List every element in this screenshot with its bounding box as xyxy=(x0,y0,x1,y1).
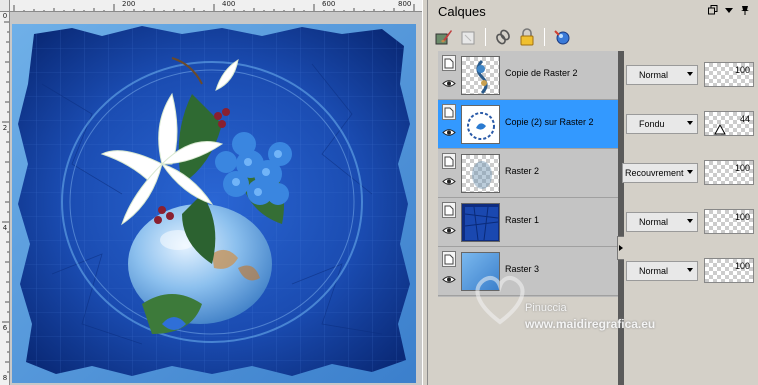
opacity-value: 100 xyxy=(734,261,750,271)
chevron-down-icon xyxy=(687,121,693,125)
chevron-down-icon xyxy=(687,72,693,76)
layer-name: Copie (2) sur Raster 2 xyxy=(505,117,594,127)
ruler-vertical: 0 2 4 6 8 xyxy=(0,12,10,385)
ruler-label-2: 2 xyxy=(2,124,8,132)
eye-icon[interactable] xyxy=(442,173,456,191)
artwork-illustration xyxy=(12,24,416,383)
toolbar-separator xyxy=(485,28,486,46)
opacity-slider[interactable]: 100 xyxy=(704,160,754,185)
blend-mode-value: Normal xyxy=(639,217,669,227)
app-root: 200 400 600 800 0 2 4 6 8 Calques Copie … xyxy=(0,0,758,385)
effects-sphere-icon[interactable] xyxy=(552,27,572,47)
opacity-slider[interactable]: 100 xyxy=(704,209,754,234)
chevron-down-icon xyxy=(687,170,693,174)
restore-icon[interactable] xyxy=(708,5,718,18)
layer-list: Copie de Raster 2 Copie (2) sur Raster 2 xyxy=(438,51,618,297)
watermark-name: Pinuccia xyxy=(525,302,567,314)
layer-properties: Normal 100 Fondu 44 Recouvrement 100 Nor… xyxy=(622,51,758,385)
layer-mask-toggle[interactable] xyxy=(442,153,456,169)
layer-toggles xyxy=(440,153,458,193)
ruler-label-6: 6 xyxy=(2,324,8,332)
chevron-down-icon xyxy=(687,268,693,272)
layer-row[interactable]: Raster 1 xyxy=(438,198,618,247)
pin-icon[interactable] xyxy=(740,5,750,18)
chevron-down-icon xyxy=(687,219,693,223)
layer-toggles xyxy=(440,251,458,291)
blend-mode-dropdown[interactable]: Normal xyxy=(626,261,698,281)
opacity-slider[interactable]: 100 xyxy=(704,258,754,283)
layer-property-row: Normal 100 xyxy=(624,198,758,247)
heart-watermark-icon xyxy=(475,275,525,325)
menu-arrow-icon[interactable] xyxy=(725,5,733,18)
paint-brush-mask-icon[interactable] xyxy=(434,27,454,47)
layer-mask-toggle[interactable] xyxy=(442,55,456,71)
opacity-slider[interactable]: 100 xyxy=(704,62,754,87)
layer-row-selected[interactable]: Copie (2) sur Raster 2 xyxy=(438,100,618,149)
canvas-image[interactable] xyxy=(12,24,416,383)
layer-row[interactable]: Copie de Raster 2 xyxy=(438,51,618,100)
layer-toggles xyxy=(440,55,458,95)
eye-icon[interactable] xyxy=(442,271,456,289)
blend-mode-dropdown[interactable]: Normal xyxy=(626,65,698,85)
new-layer-icon[interactable] xyxy=(458,27,478,47)
ruler-horizontal-ticks xyxy=(13,4,415,11)
ruler-label-0: 0 xyxy=(2,12,8,20)
opacity-value: 100 xyxy=(734,65,750,75)
layer-name: Raster 2 xyxy=(505,166,540,176)
eye-icon[interactable] xyxy=(442,75,456,93)
opacity-value: 100 xyxy=(734,212,750,222)
layer-mask-toggle[interactable] xyxy=(442,251,456,267)
layer-property-row: Recouvrement 100 xyxy=(622,149,758,198)
blend-mode-dropdown[interactable]: Normal xyxy=(626,212,698,232)
layer-property-row: Normal 100 xyxy=(624,51,758,100)
layer-toggles xyxy=(440,202,458,242)
ruler-label-4: 4 xyxy=(2,224,8,232)
layer-property-row: Normal 100 xyxy=(624,247,758,296)
panel-controls xyxy=(708,5,750,18)
eye-icon[interactable] xyxy=(442,222,456,240)
watermark-url: www.maidiregrafica.eu xyxy=(525,317,656,331)
blend-mode-value: Fondu xyxy=(639,119,665,129)
layer-name: Raster 1 xyxy=(505,215,540,225)
blend-mode-value: Normal xyxy=(639,266,669,276)
layer-thumbnail xyxy=(461,154,500,193)
layer-property-row: Fondu 44 xyxy=(624,100,758,149)
opacity-value: 44 xyxy=(739,114,750,124)
layer-thumbnail xyxy=(461,56,500,95)
panel-title: Calques xyxy=(438,4,486,19)
blend-mode-dropdown[interactable]: Fondu xyxy=(626,114,698,134)
ruler-horizontal: 200 400 600 800 xyxy=(10,0,422,12)
ruler-label-8: 8 xyxy=(2,374,8,382)
canvas-area[interactable]: 200 400 600 800 0 2 4 6 8 xyxy=(0,0,422,385)
ruler-label-200: 200 xyxy=(122,0,136,8)
blend-mode-value: Recouvrement xyxy=(625,168,684,178)
layer-mask-toggle[interactable] xyxy=(442,202,456,218)
toolbar-separator xyxy=(544,28,545,46)
layer-thumbnail xyxy=(461,203,500,242)
lock-icon[interactable] xyxy=(517,27,537,47)
ruler-label-800: 800 xyxy=(398,0,412,8)
layer-row[interactable]: Raster 2 xyxy=(438,149,618,198)
opacity-slider[interactable]: 44 xyxy=(704,111,754,136)
ruler-label-600: 600 xyxy=(322,0,336,8)
opacity-slider-thumb[interactable] xyxy=(714,124,726,135)
ruler-corner xyxy=(0,0,10,12)
eye-icon[interactable] xyxy=(442,124,456,142)
blend-mode-value: Normal xyxy=(639,70,669,80)
opacity-value: 100 xyxy=(734,163,750,173)
ruler-label-400: 400 xyxy=(222,0,236,8)
layer-toggles xyxy=(440,104,458,144)
layers-toolbar xyxy=(434,26,572,48)
layer-thumbnail xyxy=(461,105,500,144)
blend-mode-dropdown[interactable]: Recouvrement xyxy=(622,163,698,183)
layer-mask-toggle[interactable] xyxy=(442,104,456,120)
layer-name: Copie de Raster 2 xyxy=(505,68,578,78)
link-icon[interactable] xyxy=(493,27,513,47)
